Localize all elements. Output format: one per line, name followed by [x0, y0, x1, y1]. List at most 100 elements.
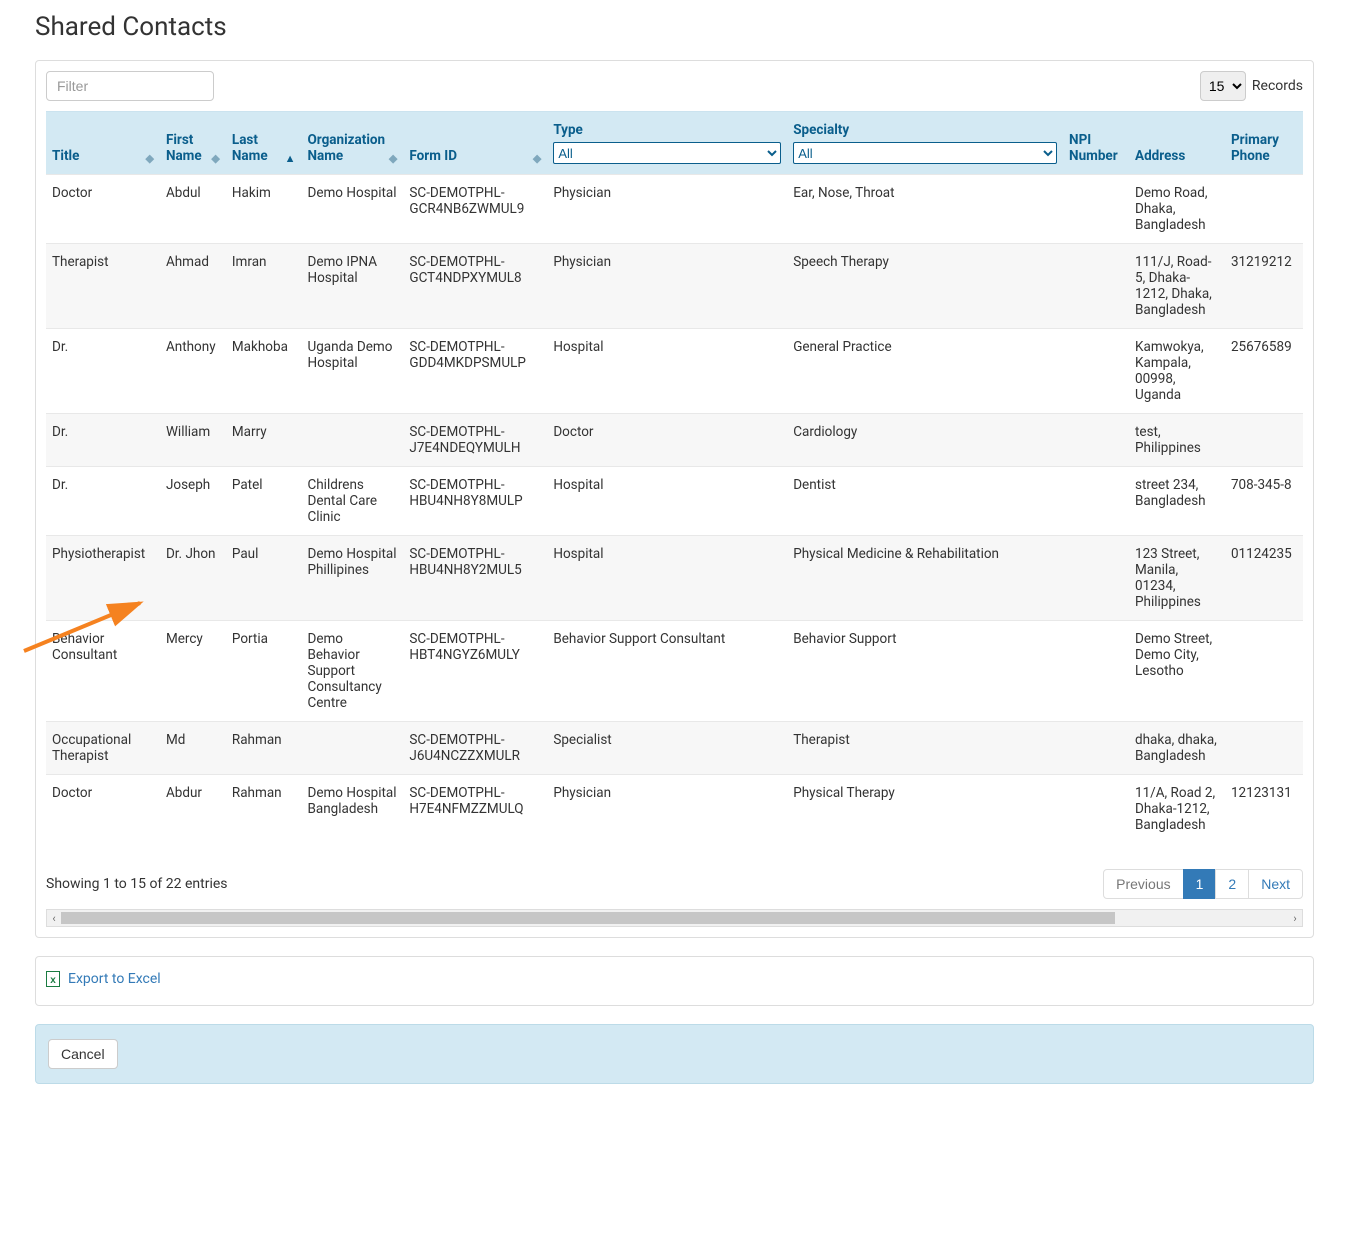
- page-title: Shared Contacts: [35, 12, 1314, 42]
- col-header-phone[interactable]: Primary Phone: [1225, 112, 1303, 175]
- svg-text:x: x: [50, 975, 56, 986]
- cell-phone: 01124235: [1225, 536, 1303, 621]
- cell-form_id: SC-DEMOTPHL-GCR4NB6ZWMUL9: [403, 175, 547, 244]
- col-header-npi[interactable]: NPI Number: [1063, 112, 1129, 175]
- previous-button[interactable]: Previous: [1103, 869, 1183, 899]
- cell-title: Dr.: [46, 414, 160, 467]
- table-row[interactable]: TherapistAhmadImranDemo IPNA HospitalSC-…: [46, 244, 1303, 329]
- pagination: Previous 1 2 Next: [1103, 869, 1303, 899]
- cell-org: Childrens Dental Care Clinic: [301, 467, 403, 536]
- excel-icon: x: [46, 971, 60, 987]
- col-header-specialty[interactable]: Specialty All: [787, 112, 1063, 175]
- cell-first_name: Anthony: [160, 329, 226, 414]
- cell-title: Dr.: [46, 329, 160, 414]
- filter-input[interactable]: [46, 71, 214, 101]
- cell-form_id: SC-DEMOTPHL-HBU4NH8Y8MULP: [403, 467, 547, 536]
- cell-form_id: SC-DEMOTPHL-J6U4NCZZXMULR: [403, 722, 547, 775]
- cell-form_id: SC-DEMOTPHL-HBT4NGYZ6MULY: [403, 621, 547, 722]
- sort-icon: ◆: [211, 153, 219, 164]
- cell-phone: 31219212: [1225, 244, 1303, 329]
- cell-title: Doctor: [46, 775, 160, 844]
- cell-type: Hospital: [547, 329, 787, 414]
- cell-last_name: Rahman: [226, 722, 302, 775]
- cell-npi: [1063, 329, 1129, 414]
- contacts-panel: 15 Records Title◆ First Name◆ Last Name▲…: [35, 60, 1314, 938]
- cell-npi: [1063, 536, 1129, 621]
- cell-org: [301, 414, 403, 467]
- col-header-organization[interactable]: Organization Name◆: [301, 112, 403, 175]
- cell-address: Demo Road, Dhaka, Bangladesh: [1129, 175, 1225, 244]
- cell-last_name: Portia: [226, 621, 302, 722]
- cell-npi: [1063, 175, 1129, 244]
- cell-title: Occupational Therapist: [46, 722, 160, 775]
- cell-address: 11/A, Road 2, Dhaka-1212, Bangladesh: [1129, 775, 1225, 844]
- col-header-form-id[interactable]: Form ID◆: [403, 112, 547, 175]
- cell-address: Demo Street, Demo City, Lesotho: [1129, 621, 1225, 722]
- cell-type: Physician: [547, 775, 787, 844]
- table-row[interactable]: DoctorAbdulHakimDemo HospitalSC-DEMOTPHL…: [46, 175, 1303, 244]
- cell-specialty: Physical Medicine & Rehabilitation: [787, 536, 1063, 621]
- table-row[interactable]: Dr.AnthonyMakhobaUganda Demo HospitalSC-…: [46, 329, 1303, 414]
- cell-org: Uganda Demo Hospital: [301, 329, 403, 414]
- cell-first_name: Md: [160, 722, 226, 775]
- cell-last_name: Hakim: [226, 175, 302, 244]
- table-row[interactable]: Dr.WilliamMarrySC-DEMOTPHL-J7E4NDEQYMULH…: [46, 414, 1303, 467]
- cell-specialty: Speech Therapy: [787, 244, 1063, 329]
- type-filter-select[interactable]: All: [553, 142, 781, 164]
- cell-phone: 12123131: [1225, 775, 1303, 844]
- cell-phone: 708-345-8: [1225, 467, 1303, 536]
- cell-first_name: Joseph: [160, 467, 226, 536]
- table-row[interactable]: DoctorAbdurRahmanDemo Hospital Banglades…: [46, 775, 1303, 844]
- export-excel-link[interactable]: x Export to Excel: [46, 971, 161, 987]
- records-label: Records: [1252, 78, 1303, 94]
- col-header-title[interactable]: Title◆: [46, 112, 160, 175]
- col-header-type[interactable]: Type All: [547, 112, 787, 175]
- cell-first_name: William: [160, 414, 226, 467]
- records-per-page-select[interactable]: 15: [1200, 71, 1246, 101]
- cell-title: Doctor: [46, 175, 160, 244]
- cell-org: Demo Behavior Support Consultancy Centre: [301, 621, 403, 722]
- cell-last_name: Marry: [226, 414, 302, 467]
- cell-first_name: Abdur: [160, 775, 226, 844]
- scrollbar-thumb[interactable]: [61, 912, 1115, 924]
- cell-specialty: Behavior Support: [787, 621, 1063, 722]
- cell-first_name: Abdul: [160, 175, 226, 244]
- sort-icon: ◆: [145, 153, 153, 164]
- table-row[interactable]: PhysiotherapistDr. JhonPaulDemo Hospital…: [46, 536, 1303, 621]
- cell-form_id: SC-DEMOTPHL-H7E4NFMZZMULQ: [403, 775, 547, 844]
- table-row[interactable]: Occupational TherapistMdRahman SC-DEMOTPH…: [46, 722, 1303, 775]
- cell-org: Demo Hospital: [301, 175, 403, 244]
- footer-panel: Cancel: [35, 1024, 1314, 1084]
- cancel-button[interactable]: Cancel: [48, 1039, 118, 1069]
- horizontal-scrollbar[interactable]: ‹ ›: [46, 909, 1303, 927]
- cell-type: Hospital: [547, 536, 787, 621]
- col-header-last-name[interactable]: Last Name▲: [226, 112, 302, 175]
- col-header-first-name[interactable]: First Name◆: [160, 112, 226, 175]
- specialty-filter-select[interactable]: All: [793, 142, 1057, 164]
- cell-type: Specialist: [547, 722, 787, 775]
- col-header-address[interactable]: Address: [1129, 112, 1225, 175]
- scroll-left-icon[interactable]: ‹: [47, 912, 61, 925]
- cell-phone: [1225, 722, 1303, 775]
- cell-address: Kamwokya, Kampala, 00998, Uganda: [1129, 329, 1225, 414]
- cell-npi: [1063, 244, 1129, 329]
- cell-last_name: Paul: [226, 536, 302, 621]
- cell-title: Therapist: [46, 244, 160, 329]
- cell-first_name: Dr. Jhon: [160, 536, 226, 621]
- cell-last_name: Patel: [226, 467, 302, 536]
- scroll-right-icon[interactable]: ›: [1288, 912, 1302, 925]
- cell-phone: [1225, 414, 1303, 467]
- cell-type: Behavior Support Consultant: [547, 621, 787, 722]
- cell-org: Demo IPNA Hospital: [301, 244, 403, 329]
- cell-phone: [1225, 621, 1303, 722]
- table-row[interactable]: Dr.JosephPatelChildrens Dental Care Clin…: [46, 467, 1303, 536]
- cell-specialty: Cardiology: [787, 414, 1063, 467]
- next-button[interactable]: Next: [1248, 869, 1303, 899]
- page-2-button[interactable]: 2: [1215, 869, 1249, 899]
- table-row[interactable]: Behavior ConsultantMercyPortiaDemo Behav…: [46, 621, 1303, 722]
- cell-type: Physician: [547, 244, 787, 329]
- cell-type: Hospital: [547, 467, 787, 536]
- cell-specialty: Ear, Nose, Throat: [787, 175, 1063, 244]
- cell-npi: [1063, 414, 1129, 467]
- page-1-button[interactable]: 1: [1183, 869, 1217, 899]
